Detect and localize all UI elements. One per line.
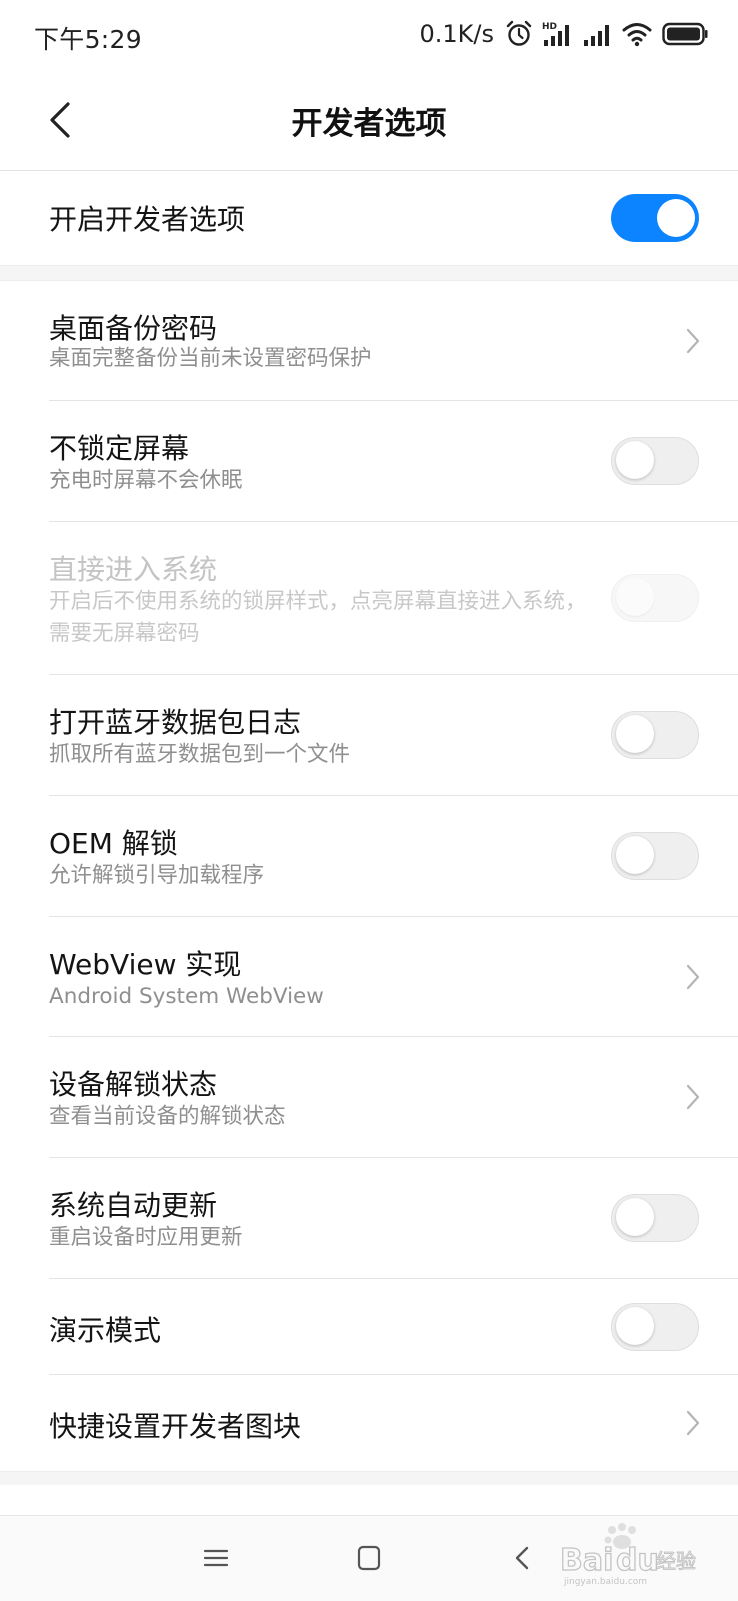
app-header: 开发者选项	[0, 70, 738, 170]
section-gap	[0, 265, 738, 281]
setting-oem-unlock[interactable]: OEM 解锁 允许解锁引导加载程序	[0, 796, 738, 916]
chevron-right-icon	[686, 1084, 700, 1110]
chevron-right-icon	[686, 964, 700, 990]
setting-subtitle: 抓取所有蓝牙数据包到一个文件	[49, 742, 351, 767]
setting-subtitle: Android System WebView	[49, 984, 324, 1009]
setting-bluetooth-hci-log[interactable]: 打开蓝牙数据包日志 抓取所有蓝牙数据包到一个文件	[0, 675, 738, 795]
setting-demo-mode[interactable]: 演示模式	[0, 1279, 738, 1375]
setting-stay-awake[interactable]: 不锁定屏幕 充电时屏幕不会休眠	[0, 401, 738, 521]
setting-quick-settings-tiles[interactable]: 快捷设置开发者图块	[0, 1375, 738, 1471]
status-bar: 下午5:29 0.1K/s HD	[0, 0, 738, 70]
switch-knob	[616, 1307, 654, 1345]
switch-knob	[616, 715, 654, 753]
setting-subtitle: 查看当前设备的解锁状态	[49, 1104, 286, 1129]
back-triangle-icon[interactable]	[503, 1540, 543, 1576]
master-toggle-label: 开启开发者选项	[49, 203, 246, 236]
watermark-url: jingyan.baidu.com	[563, 1577, 647, 1587]
chevron-right-icon	[686, 1410, 700, 1436]
setting-subtitle: 重启设备时应用更新	[49, 1225, 243, 1250]
setting-title: WebView 实现	[49, 948, 242, 981]
setting-title: 桌面备份密码	[49, 312, 218, 345]
setting-subtitle: 允许解锁引导加载程序	[49, 863, 265, 888]
setting-device-unlock-status[interactable]: 设备解锁状态 查看当前设备的解锁状态	[0, 1037, 738, 1157]
setting-title: 快捷设置开发者图块	[49, 1410, 302, 1443]
master-toggle-row[interactable]: 开启开发者选项	[0, 171, 738, 265]
switch-knob	[657, 199, 695, 237]
setting-title: 系统自动更新	[49, 1189, 218, 1222]
network-speed: 0.1K/s	[419, 20, 495, 48]
oem-unlock-switch[interactable]	[611, 832, 699, 880]
setting-title: 不锁定屏幕	[49, 432, 190, 465]
direct-enter-switch	[611, 574, 699, 622]
stay-awake-switch[interactable]	[611, 437, 699, 485]
page-title: 开发者选项	[291, 106, 447, 142]
setting-auto-system-update[interactable]: 系统自动更新 重启设备时应用更新	[0, 1158, 738, 1278]
status-time: 下午5:29	[34, 25, 142, 54]
watermark-brand-suffix: du	[616, 1543, 659, 1578]
switch-knob	[616, 1198, 654, 1236]
setting-title: 设备解锁状态	[49, 1068, 218, 1101]
setting-direct-enter-system: 直接进入系统 开启后不使用系统的锁屏样式，点亮屏幕直接进入系统，需要无屏幕密码	[0, 522, 738, 674]
master-toggle-switch[interactable]	[611, 194, 699, 242]
watermark-brand: Bai	[560, 1543, 613, 1578]
setting-title: 打开蓝牙数据包日志	[49, 706, 302, 739]
setting-subtitle: 开启后不使用系统的锁屏样式，点亮屏幕直接进入系统，需要无屏幕密码	[49, 589, 587, 646]
home-square-icon[interactable]	[349, 1540, 389, 1576]
signal-icon	[584, 25, 609, 46]
switch-knob	[616, 578, 654, 616]
setting-title: 演示模式	[49, 1314, 162, 1347]
bluetooth-log-switch[interactable]	[611, 711, 699, 759]
switch-knob	[616, 836, 654, 874]
setting-webview-implementation[interactable]: WebView 实现 Android System WebView	[0, 917, 738, 1037]
chevron-right-icon	[686, 328, 700, 354]
menu-icon[interactable]	[196, 1540, 236, 1576]
setting-desktop-backup-password[interactable]: 桌面备份密码 桌面完整备份当前未设置密码保护	[0, 281, 738, 401]
auto-update-switch[interactable]	[611, 1194, 699, 1242]
hd-signal-icon: HD	[542, 22, 569, 46]
hd-label: HD	[542, 22, 557, 32]
demo-mode-switch[interactable]	[611, 1303, 699, 1351]
status-icons: 0.1K/s HD	[420, 18, 709, 50]
section-gap	[0, 1471, 738, 1485]
baidu-jingyan-watermark: Bai du 经验 jingyan.baidu.com	[560, 1523, 697, 1587]
setting-subtitle: 充电时屏幕不会休眠	[49, 468, 243, 493]
wifi-icon	[622, 23, 652, 47]
setting-title: OEM 解锁	[49, 827, 178, 860]
setting-subtitle: 桌面完整备份当前未设置密码保护	[49, 346, 372, 371]
setting-title: 直接进入系统	[49, 553, 218, 586]
watermark-cn: 经验	[656, 1549, 696, 1573]
switch-knob	[616, 441, 654, 479]
battery-icon	[662, 22, 708, 46]
alarm-icon	[506, 20, 532, 46]
